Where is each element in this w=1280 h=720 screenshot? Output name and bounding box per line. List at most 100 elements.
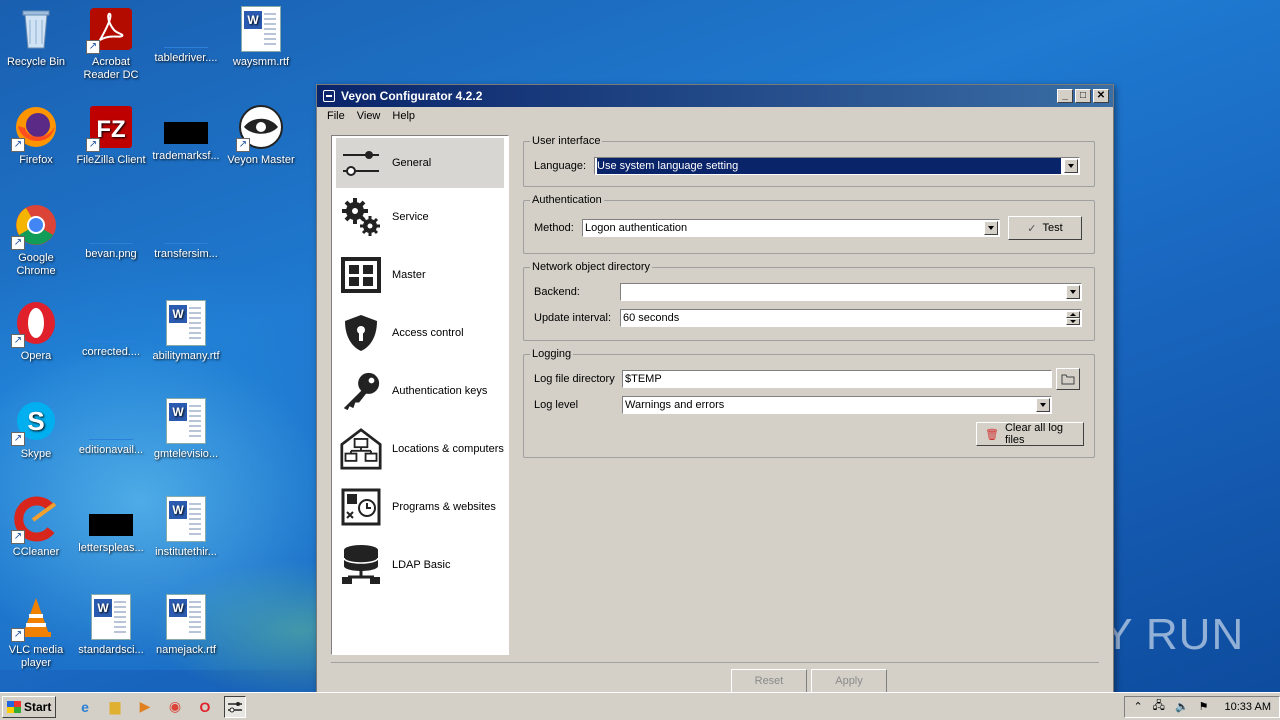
nav-item-ldap-basic[interactable]: LDAP Basic: [332, 536, 508, 594]
chevron-down-icon: [1066, 285, 1080, 299]
minimize-button[interactable]: _: [1057, 89, 1073, 103]
chrome-taskbar-icon[interactable]: ◉: [164, 696, 186, 718]
menu-view[interactable]: View: [351, 110, 387, 122]
menu-help[interactable]: Help: [386, 110, 421, 122]
log-directory-input[interactable]: $TEMP: [622, 370, 1052, 388]
shield-icon: [340, 312, 382, 354]
desktop-icon-waysmm[interactable]: waysmm.rtf: [223, 6, 299, 69]
shortcut-arrow-icon: ↗: [236, 138, 250, 152]
desktop-icon-tabledriver[interactable]: tabledriver....: [148, 6, 224, 65]
nav-item-master[interactable]: Master: [332, 246, 508, 304]
opera-taskbar-icon[interactable]: O: [194, 696, 216, 718]
file-thumbnail: [89, 222, 133, 244]
desktop-icon-abilitymany[interactable]: abilitymany.rtf: [148, 300, 224, 363]
browse-folder-button[interactable]: [1056, 368, 1080, 390]
desktop-icon-label: Acrobat Reader DC: [83, 56, 139, 81]
menu-file[interactable]: File: [321, 110, 351, 122]
desktop-icon-skype[interactable]: S ↗ Skype: [0, 398, 74, 461]
desktop-icon-veyon-master[interactable]: ↗ Veyon Master: [223, 104, 299, 167]
word-doc-icon: [91, 594, 131, 640]
desktop-icon-letterspleas[interactable]: letterspleas...: [73, 496, 149, 555]
file-thumbnail: [89, 320, 133, 342]
desktop-icon-label: Opera: [20, 350, 52, 362]
key-icon: [340, 370, 382, 412]
group-title: Network object directory: [532, 261, 650, 273]
media-player-taskbar-icon[interactable]: ▶: [134, 696, 156, 718]
desktop-icon-standardsci[interactable]: standardsci...: [73, 594, 149, 657]
reset-button[interactable]: Reset: [731, 669, 807, 693]
explorer-taskbar-icon[interactable]: ▆: [104, 696, 126, 718]
trash-icon: 🗑: [985, 428, 999, 441]
volume-tray-icon[interactable]: 🔈: [1175, 700, 1189, 713]
maximize-button[interactable]: □: [1075, 89, 1091, 103]
clock[interactable]: 10:33 AM: [1225, 701, 1271, 713]
word-doc-icon: [166, 496, 206, 542]
network-tray-icon[interactable]: 🖧: [1153, 697, 1165, 716]
file-thumbnail: [164, 222, 208, 244]
flag-tray-icon[interactable]: ⚑: [1199, 700, 1209, 713]
test-button[interactable]: ✓ Test: [1008, 216, 1082, 240]
desktop-icon-bevan[interactable]: bevan.png: [73, 202, 149, 261]
language-select[interactable]: Use system language setting: [594, 157, 1080, 175]
desktop-icon-filezilla[interactable]: FZ ↗ FileZilla Client: [73, 104, 149, 167]
log-level-select[interactable]: Warnings and errors: [622, 396, 1052, 414]
veyon-taskbar-icon[interactable]: [224, 695, 246, 718]
method-select[interactable]: Logon authentication: [582, 219, 1000, 237]
chrome-icon: ↗: [11, 202, 59, 250]
desktop-icon-acrobat[interactable]: ↗ Acrobat Reader DC: [73, 6, 149, 82]
desktop-icon-opera[interactable]: ↗ Opera: [0, 300, 74, 363]
desktop-icon-firefox[interactable]: ↗ Firefox: [0, 104, 74, 167]
desktop-icon-label: standardsci...: [78, 644, 144, 656]
nav-item-authentication-keys[interactable]: Authentication keys: [332, 362, 508, 420]
nav-item-label: Authentication keys: [392, 385, 488, 397]
chevron-down-icon: [1064, 159, 1078, 173]
skype-icon: S ↗: [11, 398, 59, 446]
title-bar[interactable]: Veyon Configurator 4.2.2 _ □ ✕: [317, 85, 1113, 107]
desktop-icon-gmtelevisio[interactable]: gmtelevisio...: [148, 398, 224, 461]
desktop-icon-corrected[interactable]: corrected....: [73, 300, 149, 359]
desktop-icon-transfersim[interactable]: transfersim...: [148, 202, 224, 261]
method-label: Method:: [534, 222, 574, 234]
desktop-icon-label: editionavail...: [78, 444, 144, 456]
desktop-icon-label: institutethir...: [155, 546, 217, 558]
window-title: Veyon Configurator 4.2.2: [341, 89, 483, 103]
nav-item-programs-websites[interactable]: Programs & websites: [332, 478, 508, 536]
tray-expand-icon[interactable]: ⌃: [1133, 700, 1142, 713]
settings-nav: General Service Master Access control Au…: [331, 135, 509, 655]
spinner-icon[interactable]: [1066, 311, 1080, 325]
desktop-icon-label: letterspleas...: [78, 542, 144, 554]
desktop-icon-trademarksf[interactable]: trademarksf...: [148, 104, 224, 163]
log-directory-label: Log file directory: [534, 373, 615, 385]
desktop-icon-vlc[interactable]: ↗ VLC media player: [0, 594, 74, 670]
ie-taskbar-icon[interactable]: e: [74, 696, 96, 718]
start-button[interactable]: Start: [2, 695, 56, 718]
close-button[interactable]: ✕: [1093, 89, 1109, 103]
word-doc-icon: [241, 6, 281, 52]
desktop-icon-namejack[interactable]: namejack.rtf: [148, 594, 224, 657]
clear-log-files-button[interactable]: 🗑 Clear all log files: [976, 422, 1084, 446]
update-interval-spinbox[interactable]: 60 seconds: [620, 309, 1082, 327]
desktop-icon-editionavail[interactable]: editionavail...: [73, 398, 149, 457]
app-icon: [323, 90, 335, 102]
apply-button[interactable]: Apply: [811, 669, 887, 693]
desktop-icon-ccleaner[interactable]: ↗ CCleaner: [0, 496, 74, 559]
nav-item-general[interactable]: General: [336, 138, 504, 188]
backend-label: Backend:: [534, 286, 580, 298]
dialog-separator: [331, 662, 1099, 663]
group-title: User interface: [532, 135, 601, 147]
word-doc-icon: [166, 594, 206, 640]
nav-item-service[interactable]: Service: [332, 188, 508, 246]
checkmark-icon: ✓: [1027, 222, 1037, 235]
desktop-icon-recycle-bin[interactable]: Recycle Bin: [0, 6, 74, 69]
nav-item-locations-computers[interactable]: Locations & computers: [332, 420, 508, 478]
veyon-configurator-window: Veyon Configurator 4.2.2 _ □ ✕ File View…: [316, 84, 1114, 694]
desktop-icon-institutethir[interactable]: institutethir...: [148, 496, 224, 559]
backend-select[interactable]: [620, 283, 1082, 301]
desktop-icon-chrome[interactable]: ↗ Google Chrome: [0, 202, 74, 278]
shortcut-arrow-icon: ↗: [86, 138, 100, 152]
word-doc-icon: [166, 398, 206, 444]
file-thumbnail: [164, 122, 208, 144]
logging-group: Logging Log file directory $TEMP Log lev…: [523, 348, 1095, 458]
nav-item-access-control[interactable]: Access control: [332, 304, 508, 362]
group-title: Logging: [532, 348, 572, 360]
